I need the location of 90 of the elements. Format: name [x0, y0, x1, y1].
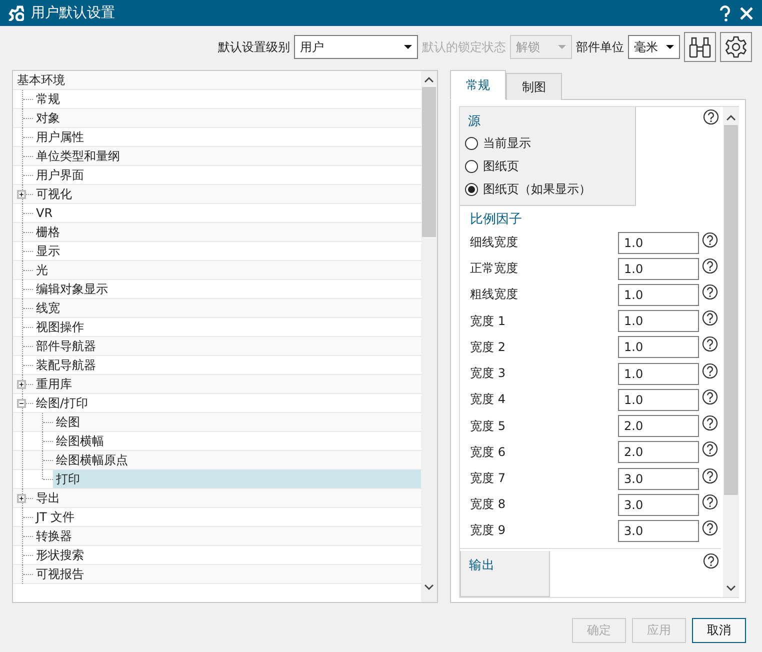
tree-item[interactable]: 编辑对象显示: [33, 280, 421, 298]
field-label: 宽度 8: [470, 496, 506, 514]
field-label: 宽度 5: [470, 418, 506, 435]
scrollbar[interactable]: [421, 71, 437, 602]
caret-icon: [558, 45, 566, 49]
scrollbar-thumb[interactable]: [422, 87, 436, 237]
field-label: 宽度 9: [470, 522, 506, 540]
help-icon: [702, 336, 718, 352]
tree-item[interactable]: 基本环境: [13, 71, 421, 90]
window-title: 用户默认设置: [31, 4, 116, 22]
dialog-button[interactable]: 取消: [692, 618, 746, 643]
help-icon: [702, 468, 718, 484]
group-title: 源: [467, 112, 482, 130]
tree-item[interactable]: 用户属性: [33, 128, 421, 146]
input-field[interactable]: 2.0: [618, 441, 699, 464]
field-label: 宽度 3: [470, 365, 506, 382]
caret-icon: [666, 45, 674, 49]
help-icon: [702, 415, 718, 432]
chevron-up-icon: [424, 77, 434, 83]
field-label: 宽度 7: [470, 470, 506, 487]
tree-item[interactable]: JT 文件: [33, 508, 421, 526]
input-field[interactable]: 1.0: [618, 258, 699, 280]
tree-item[interactable]: 用户界面: [33, 166, 421, 184]
caret-icon: [404, 45, 412, 49]
field-label: 宽度 4: [470, 391, 506, 408]
help-icon[interactable]: [718, 4, 732, 22]
help-icon: [702, 388, 718, 405]
close-icon[interactable]: [739, 6, 754, 20]
tree-item[interactable]: 常规: [33, 90, 421, 108]
field-label: 正常宽度: [470, 260, 519, 278]
field-label: 默认的锁定状态: [422, 38, 506, 56]
help-icon: [703, 553, 719, 570]
tree-item[interactable]: 视图操作: [33, 318, 421, 336]
radio-label: 图纸页: [483, 158, 519, 175]
field-label: 宽度 6: [470, 444, 506, 461]
help-icon: [702, 494, 718, 510]
input-field[interactable]: 1.0: [618, 310, 699, 332]
input-field[interactable]: 3.0: [618, 494, 699, 516]
radio-button[interactable]: [465, 137, 478, 150]
tab[interactable]: 常规: [450, 70, 506, 100]
tree-item[interactable]: 显示: [33, 242, 421, 260]
field-label: 粗线宽度: [470, 286, 519, 304]
group-title: 输出: [468, 556, 496, 574]
radio-button[interactable]: [465, 183, 478, 196]
field-label: 部件单位: [576, 38, 624, 56]
dropdown[interactable]: 毫米: [628, 35, 680, 59]
scrollbar-thumb[interactable]: [724, 125, 738, 495]
expand-icon[interactable]: [17, 190, 26, 199]
chevron-down-icon: [424, 584, 434, 590]
tree-item[interactable]: 形状搜索: [33, 546, 421, 564]
chevron-up-icon: [726, 115, 736, 121]
input-field[interactable]: 1.0: [618, 362, 699, 385]
input-field[interactable]: 1.0: [618, 388, 699, 411]
tree-item[interactable]: 打印: [53, 470, 421, 488]
radio-label: 图纸页（如果显示）: [483, 181, 591, 198]
field-label: 默认设置级别: [218, 38, 290, 56]
expand-icon[interactable]: [17, 380, 26, 389]
field-label: 宽度 1: [470, 312, 506, 330]
help-icon: [702, 258, 718, 274]
field-label: 宽度 2: [470, 338, 506, 356]
input-field[interactable]: 3.0: [618, 520, 699, 542]
help-icon: [702, 520, 718, 536]
help-icon: [702, 441, 718, 458]
input-field[interactable]: 1.0: [618, 336, 699, 358]
tree-item[interactable]: 装配导航器: [33, 356, 421, 374]
input-field[interactable]: 3.0: [618, 468, 699, 490]
help-icon: [702, 232, 718, 248]
help-icon: [702, 362, 718, 379]
tree-item[interactable]: 绘图/打印: [33, 394, 421, 412]
input-field[interactable]: 1.0: [618, 232, 699, 254]
settings-button[interactable]: [720, 32, 752, 62]
tree-item[interactable]: VR: [33, 204, 421, 222]
binoculars-icon: [688, 35, 712, 59]
scrollbar[interactable]: [723, 107, 739, 597]
binoculars-button[interactable]: [684, 32, 716, 62]
collapse-icon[interactable]: [17, 399, 26, 408]
expand-icon[interactable]: [17, 494, 26, 503]
help-icon: [702, 284, 718, 300]
tab[interactable]: 制图: [506, 73, 562, 100]
radio-label: 当前显示: [483, 135, 531, 152]
dropdown[interactable]: 用户: [294, 35, 418, 59]
field-label: 细线宽度: [470, 234, 519, 252]
help-icon: [703, 109, 719, 125]
help-icon: [702, 310, 718, 326]
input-field[interactable]: 2.0: [618, 415, 699, 438]
radio-button[interactable]: [465, 160, 478, 173]
tree-item[interactable]: 绘图横幅: [53, 432, 421, 450]
chevron-down-icon: [726, 585, 736, 591]
section-title: 比例因子: [469, 211, 523, 229]
input-field[interactable]: 1.0: [618, 284, 699, 306]
